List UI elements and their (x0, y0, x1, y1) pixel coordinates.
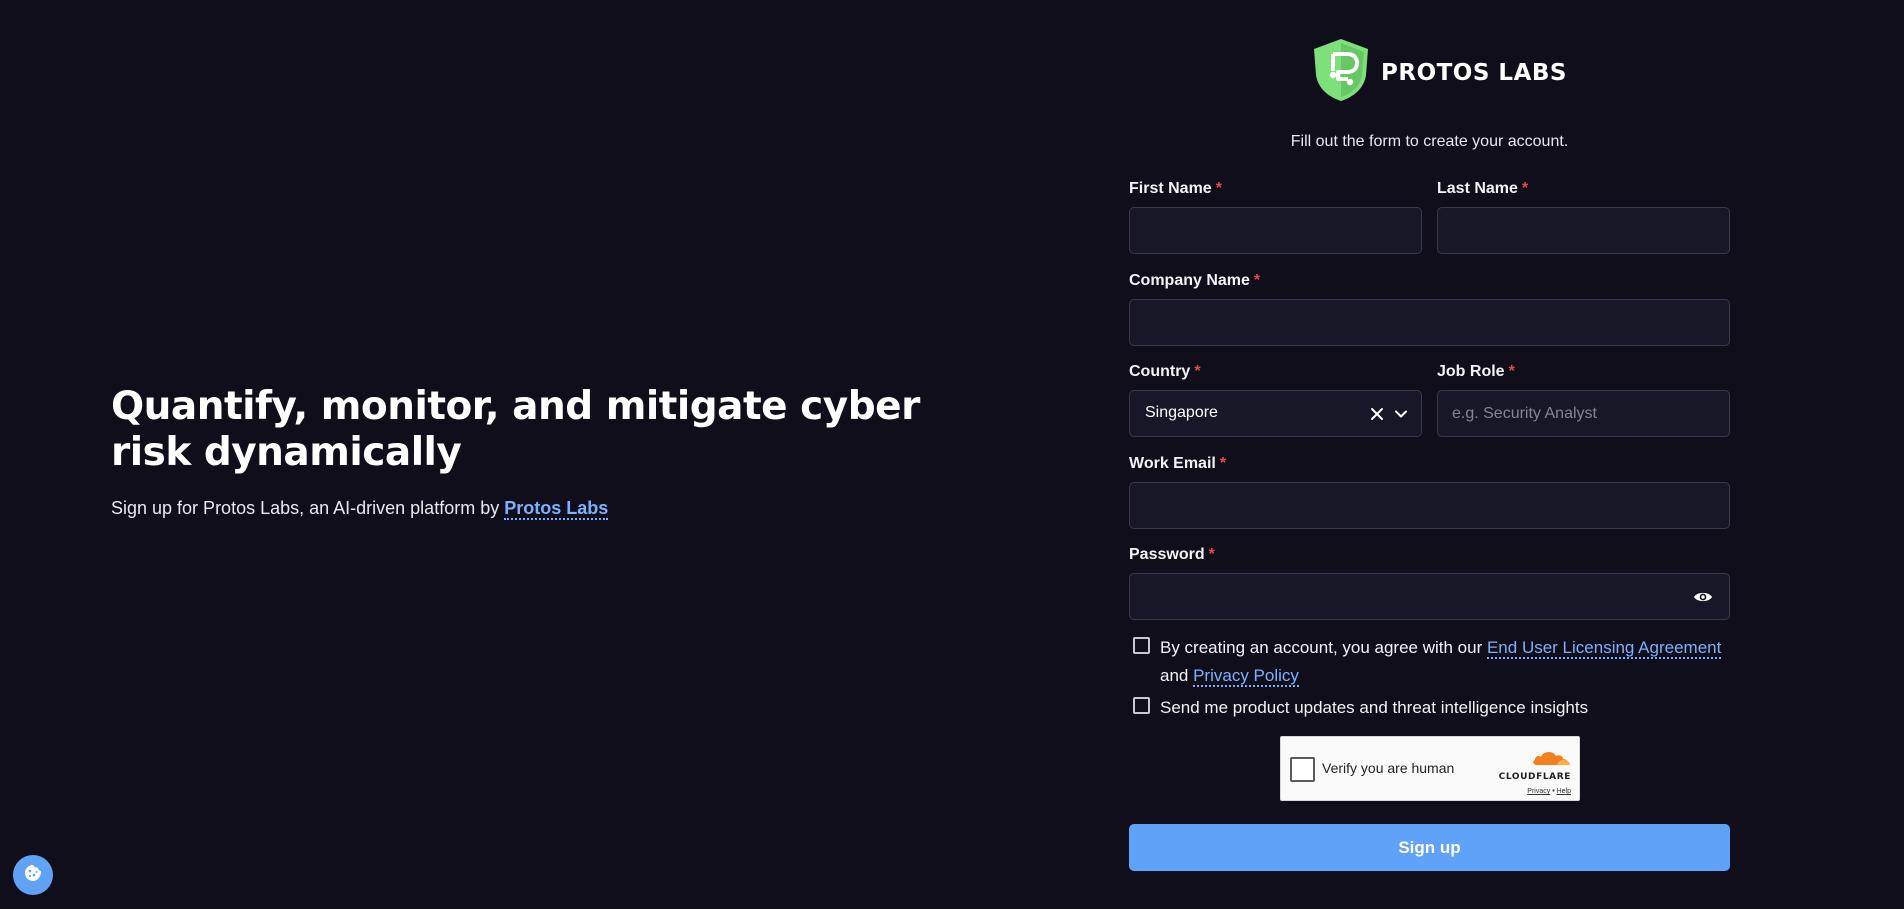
country-select[interactable]: Singapore (1129, 390, 1422, 437)
eye-icon[interactable] (1692, 587, 1714, 607)
last-name-field[interactable] (1437, 207, 1730, 254)
captcha-checkbox[interactable] (1290, 757, 1315, 782)
protos-labs-link[interactable]: Protos Labs (504, 498, 609, 520)
cloud-icon (1533, 751, 1570, 765)
required-marker: * (1215, 180, 1222, 197)
chevron-down-icon[interactable] (1392, 405, 1410, 423)
cookie-icon (23, 863, 43, 888)
last-name-input[interactable] (1438, 208, 1729, 253)
brand-name: PROTOS LABS (1381, 59, 1567, 86)
country-select-value: Singapore (1145, 404, 1218, 421)
sign-up-button[interactable]: Sign up (1129, 824, 1730, 871)
password-input[interactable] (1130, 574, 1729, 619)
captcha-links: Privacy • Help (1527, 788, 1571, 795)
country-label: Country * (1129, 363, 1201, 380)
shield-logo-icon (1311, 37, 1371, 108)
required-marker: * (1208, 546, 1215, 563)
password-field[interactable] (1129, 573, 1730, 620)
cookie-settings-button[interactable] (13, 855, 53, 895)
captcha-help-link[interactable]: Help (1557, 788, 1571, 795)
password-label: Password * (1129, 546, 1215, 563)
agreement-text: By creating an account, you agree with o… (1160, 638, 1722, 687)
hero-headline: Quantify, monitor, and mitigate cyber ri… (111, 384, 920, 475)
work-email-input[interactable] (1130, 483, 1729, 528)
eula-link[interactable]: End User Licensing Agreement (1486, 638, 1722, 659)
required-marker: * (1219, 455, 1227, 472)
captcha-label: Verify you are human (1322, 760, 1455, 776)
job-role-label: Job Role * (1437, 363, 1515, 380)
first-name-input[interactable] (1130, 208, 1421, 253)
job-role-input[interactable] (1438, 391, 1729, 436)
signup-page: Quantify, monitor, and mitigate cyber ri… (0, 0, 1904, 909)
updates-row: Send me product updates and threat intel… (1133, 694, 1730, 722)
job-role-field[interactable] (1437, 390, 1730, 437)
hero-tagline-text: Sign up for Protos Labs, an AI-driven pl… (111, 498, 505, 518)
updates-label: Send me product updates and threat intel… (1160, 698, 1589, 717)
first-name-label: First Name * (1129, 180, 1222, 197)
agreement-row: By creating an account, you agree with o… (1133, 634, 1730, 690)
brand-logo: PROTOS LABS (1311, 37, 1567, 108)
form-subtitle: Fill out the form to create your account… (1290, 133, 1569, 150)
updates-checkbox[interactable] (1133, 697, 1150, 714)
captcha-provider: CLOUDFLARE (1498, 772, 1571, 782)
work-email-label: Work Email * (1129, 455, 1227, 472)
company-name-label: Company Name * (1129, 272, 1261, 289)
company-name-input[interactable] (1130, 300, 1729, 345)
hero-tagline: Sign up for Protos Labs, an AI-driven pl… (111, 498, 971, 520)
required-marker: * (1508, 363, 1515, 380)
required-marker: * (1521, 180, 1529, 197)
cloudflare-logo: CLOUDFLARE Privacy • Help (1497, 748, 1571, 795)
work-email-field[interactable] (1129, 482, 1730, 529)
cloudflare-captcha: Verify you are human CLOUDFLARE Privacy … (1280, 736, 1580, 801)
required-marker: * (1194, 363, 1201, 380)
first-name-field[interactable] (1129, 207, 1422, 254)
hero-section: Quantify, monitor, and mitigate cyber ri… (111, 384, 971, 520)
captcha-privacy-link[interactable]: Privacy (1527, 788, 1550, 795)
company-name-field[interactable] (1129, 299, 1730, 346)
close-icon[interactable] (1368, 405, 1386, 423)
required-marker: * (1253, 272, 1261, 289)
agreement-checkbox[interactable] (1133, 637, 1150, 654)
last-name-label: Last Name * (1437, 180, 1529, 197)
privacy-policy-link[interactable]: Privacy Policy (1193, 666, 1299, 687)
